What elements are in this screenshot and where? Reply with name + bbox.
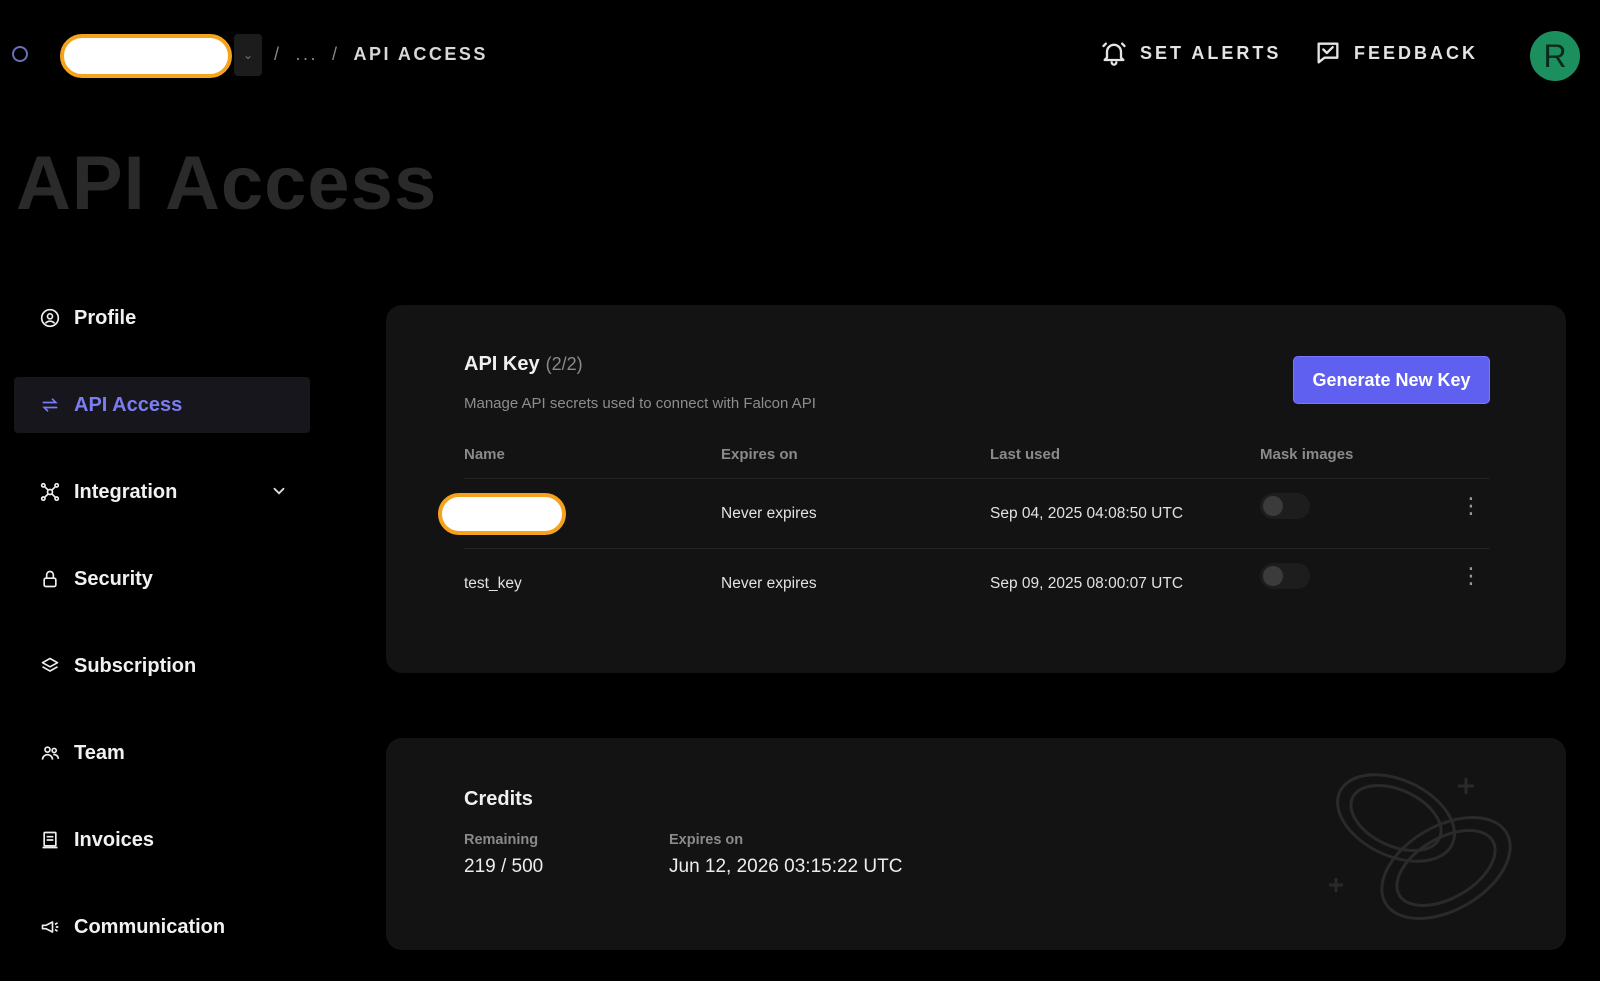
feedback-icon [1317, 42, 1339, 64]
more-options-icon[interactable]: ⋮ [1460, 494, 1482, 517]
lock-icon [43, 570, 57, 588]
key-name: test_key [464, 575, 522, 592]
api-key-card: API Key (2/2) Manage API secrets used to … [386, 305, 1566, 673]
breadcrumb-separator: / [332, 43, 340, 64]
layers-icon [41, 657, 59, 672]
sidebar-item-profile[interactable]: Profile [14, 290, 310, 346]
table-row: Never expires Sep 04, 2025 04:08:50 UTC … [438, 479, 1490, 549]
megaphone-icon [41, 921, 59, 933]
sidebar-item-communication[interactable]: Communication [14, 899, 310, 955]
sidebar-item-label: Security [74, 567, 153, 590]
sidebar: Profile API Access Integration Security … [14, 290, 310, 981]
table-header: Name Expires on Last used Mask images [464, 431, 1490, 479]
remaining-label: Remaining [464, 832, 539, 848]
avatar[interactable]: R [1530, 31, 1580, 81]
sidebar-item-label: Integration [74, 480, 178, 503]
sidebar-item-integration[interactable]: Integration [14, 464, 310, 520]
sidebar-item-label: API Access [74, 393, 183, 416]
key-name-highlight [438, 492, 566, 535]
sidebar-item-api-access[interactable]: API Access [14, 377, 310, 433]
sidebar-item-label: Subscription [74, 654, 197, 677]
credits-expires-value: Jun 12, 2026 03:15:22 UTC [669, 856, 903, 877]
column-header-mask-images: Mask images [1260, 446, 1354, 463]
api-key-title: API Key (2/2) [464, 353, 583, 376]
user-circle-icon [40, 308, 60, 328]
set-alerts-button[interactable]: SET ALERTS [1100, 36, 1281, 70]
feedback-button[interactable]: FEEDBACK [1314, 36, 1478, 70]
column-header-expires: Expires on [721, 446, 798, 463]
key-expires: Never expires [721, 575, 817, 592]
column-header-last-used: Last used [990, 446, 1061, 463]
sidebar-item-label: Invoices [74, 828, 155, 851]
breadcrumb-separator: / [274, 43, 282, 64]
breadcrumb-ellipsis[interactable]: ... [296, 44, 319, 65]
top-bar: ⌄ / ... / API ACCESS SET ALERTS FEEDBACK… [0, 0, 1600, 108]
sidebar-item-subscription[interactable]: Subscription [14, 638, 310, 694]
more-options-icon[interactable]: ⋮ [1460, 565, 1482, 587]
sidebar-item-team[interactable]: Team [14, 725, 310, 781]
credits-card: Credits Remaining 219 / 500 Expires on J… [386, 738, 1566, 950]
organization-selector[interactable] [60, 34, 232, 78]
key-last-used: Sep 09, 2025 08:00:07 UTC [990, 575, 1184, 592]
api-key-count: (2/2) [545, 354, 583, 374]
credits-title: Credits [464, 788, 533, 810]
breadcrumb-current: API ACCESS [353, 43, 488, 64]
sidebar-item-label: Team [74, 741, 125, 764]
mask-images-toggle[interactable] [1260, 492, 1310, 519]
network-icon [40, 482, 60, 502]
api-key-subtitle: Manage API secrets used to connect with … [464, 395, 816, 412]
credits-expires-label: Expires on [669, 832, 744, 848]
breadcrumb: / ... / API ACCESS [274, 42, 488, 66]
remaining-value: 219 / 500 [464, 856, 544, 877]
sidebar-item-security[interactable]: Security [14, 551, 310, 607]
feedback-label: FEEDBACK [1354, 42, 1479, 63]
generate-new-key-button[interactable]: Generate New Key [1293, 356, 1490, 404]
coins-illustration-icon [1329, 773, 1512, 920]
invoice-icon [42, 831, 58, 849]
chevron-down-icon[interactable] [270, 482, 288, 500]
status-ring-icon [12, 46, 28, 62]
key-expires: Never expires [721, 504, 817, 522]
table-row: test_key Never expires Sep 09, 2025 08:0… [464, 549, 1490, 619]
api-key-heading: API Key [464, 353, 540, 375]
page-title: API Access [16, 141, 438, 226]
api-key-table: Name Expires on Last used Mask images Ne… [438, 431, 1490, 619]
set-alerts-label: SET ALERTS [1140, 42, 1282, 63]
sidebar-item-invoices[interactable]: Invoices [14, 812, 310, 868]
bell-icon [1102, 42, 1126, 66]
sidebar-item-label: Communication [74, 915, 226, 938]
sidebar-item-label: Profile [74, 306, 137, 329]
column-header-name: Name [464, 446, 505, 463]
team-icon [41, 746, 60, 760]
swap-arrows-icon [42, 398, 58, 412]
chevron-down-icon[interactable]: ⌄ [234, 34, 262, 76]
mask-images-toggle[interactable] [1260, 563, 1310, 589]
key-last-used: Sep 04, 2025 04:08:50 UTC [990, 504, 1184, 522]
